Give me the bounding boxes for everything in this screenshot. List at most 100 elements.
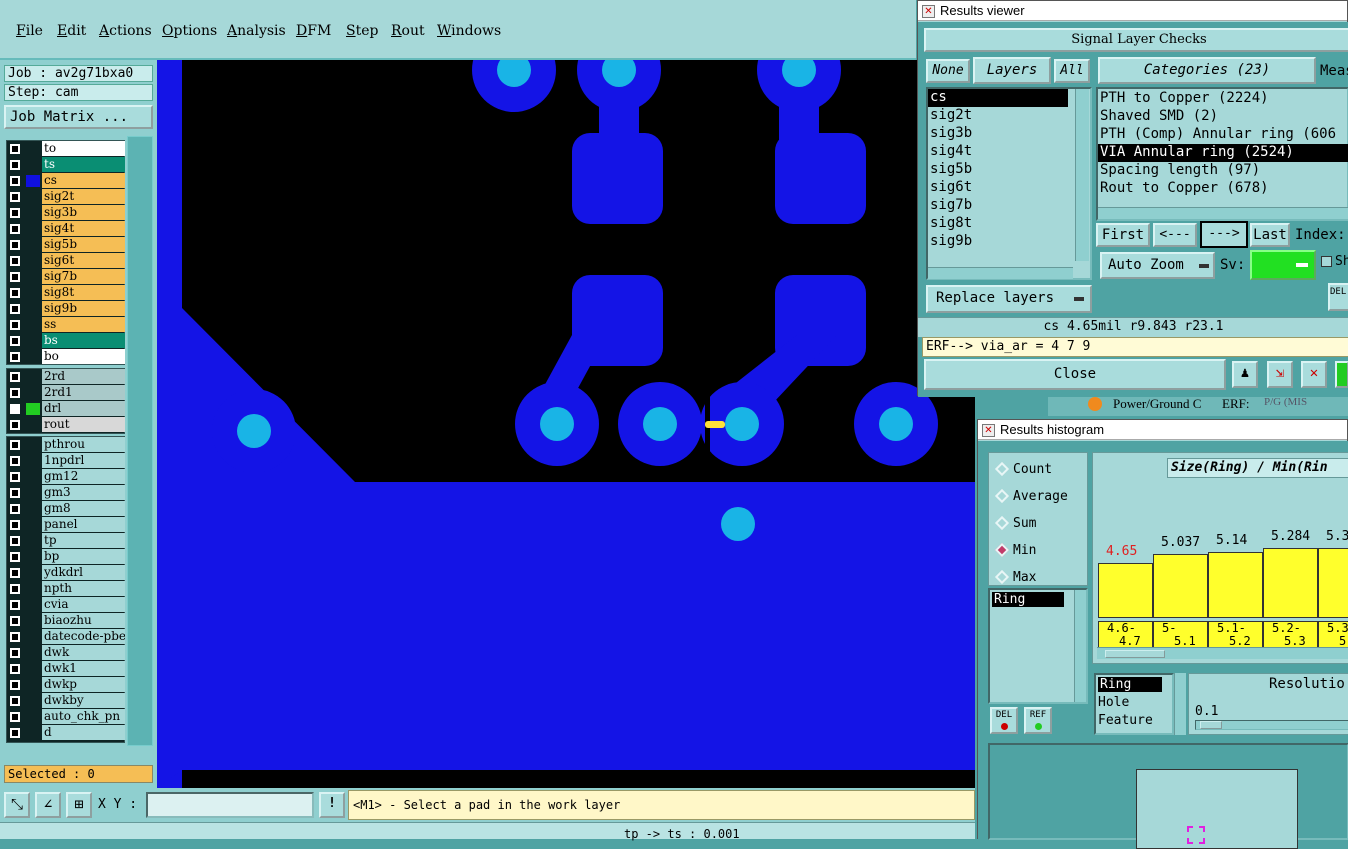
layer-row[interactable]: sig2t xyxy=(7,189,126,205)
tab-measures[interactable]: Meas xyxy=(1320,63,1348,79)
layer-checkbox[interactable] xyxy=(10,192,20,202)
layer-checkbox[interactable] xyxy=(10,648,20,658)
layer-name[interactable]: bs xyxy=(42,333,125,348)
layer-row[interactable]: cs xyxy=(7,173,126,189)
tab-all[interactable]: All xyxy=(1054,59,1090,83)
layer-checkbox[interactable] xyxy=(10,456,20,466)
close-button[interactable]: Close xyxy=(924,359,1226,390)
layer-row[interactable]: 2rd1 xyxy=(7,385,126,401)
layer-name[interactable]: datecode-pbe xyxy=(42,629,125,644)
results-viewer-titlebar[interactable]: ✕ Results viewer xyxy=(918,1,1347,21)
layer-name[interactable]: sig4t xyxy=(42,221,125,236)
layer-checkbox[interactable] xyxy=(10,520,20,530)
layer-row[interactable]: sig6t xyxy=(7,253,126,269)
layers-vscroll[interactable] xyxy=(1075,89,1089,261)
categories-hscroll[interactable] xyxy=(1098,207,1348,219)
layer-row[interactable]: sig8t xyxy=(7,285,126,301)
layer-row[interactable]: tp xyxy=(7,533,126,549)
exit-icon[interactable]: ⇲ xyxy=(1267,361,1293,388)
nav-prev-button[interactable]: <--- xyxy=(1153,223,1197,247)
layer-checkbox[interactable] xyxy=(10,160,20,170)
no-ref-icon[interactable]: ✕ xyxy=(1301,361,1327,388)
category-item-feature[interactable]: Feature xyxy=(1098,713,1153,728)
layer-name[interactable]: d xyxy=(42,725,125,740)
sv-color-menu[interactable] xyxy=(1250,250,1316,280)
histogram-bar[interactable] xyxy=(1153,554,1208,618)
layer-checkbox[interactable] xyxy=(10,680,20,690)
layer-checkbox[interactable] xyxy=(10,404,20,414)
chart-hscroll[interactable] xyxy=(1097,647,1348,659)
layer-row[interactable]: dwk xyxy=(7,645,126,661)
replace-layers-menu[interactable]: Replace layers xyxy=(926,285,1092,313)
option-min[interactable]: Min xyxy=(989,540,1089,562)
layer-name[interactable]: ts xyxy=(42,157,125,172)
layer-checkbox[interactable] xyxy=(10,420,20,430)
layer-row[interactable]: pthrou xyxy=(7,437,126,453)
layer-row[interactable]: 2rd xyxy=(7,369,126,385)
angle-measure-icon[interactable]: ∠ xyxy=(35,792,61,818)
layer-row[interactable]: ts xyxy=(7,157,126,173)
pcb-canvas[interactable] xyxy=(157,60,975,788)
layer-row[interactable]: sig4t xyxy=(7,221,126,237)
layer-checkbox[interactable] xyxy=(10,568,20,578)
auto-zoom-menu[interactable]: Auto Zoom xyxy=(1100,252,1215,279)
resolution-slider-thumb[interactable] xyxy=(1200,721,1222,729)
layer-row[interactable]: sig3b xyxy=(7,205,126,221)
job-matrix-button[interactable]: Job Matrix ... xyxy=(4,105,153,129)
layer-name[interactable]: to xyxy=(42,141,125,156)
layer-name[interactable]: tp xyxy=(42,533,125,548)
measure-listbox[interactable]: Ring xyxy=(988,588,1088,704)
category-list-item[interactable]: PTH (Comp) Annular ring (606 xyxy=(1098,126,1348,144)
layer-row[interactable]: auto_chk_pn xyxy=(7,709,126,725)
layer-checkbox[interactable] xyxy=(10,696,20,706)
layer-list-item[interactable]: sig3b xyxy=(928,125,1068,143)
layer-name[interactable]: bo xyxy=(42,349,125,364)
layer-name[interactable]: ss xyxy=(42,317,125,332)
layer-checkbox[interactable] xyxy=(10,712,20,722)
layer-row[interactable]: datecode-pbe xyxy=(7,629,126,645)
layer-list-item[interactable]: sig4t xyxy=(928,143,1068,161)
layer-name[interactable]: panel xyxy=(42,517,125,532)
layer-row[interactable]: gm3 xyxy=(7,485,126,501)
menu-dfm[interactable]: DFM xyxy=(296,23,331,39)
menu-options[interactable]: Options xyxy=(162,23,217,39)
menu-actions[interactable]: Actions xyxy=(99,23,152,39)
category-list-item[interactable]: Spacing length (97) xyxy=(1098,162,1348,180)
layer-checkbox[interactable] xyxy=(10,372,20,382)
nav-last-button[interactable]: Last xyxy=(1250,223,1290,247)
layer-name[interactable]: dwk1 xyxy=(42,661,125,676)
layer-row[interactable]: sig5b xyxy=(7,237,126,253)
chart-scroll-thumb[interactable] xyxy=(1105,650,1165,658)
category-vscroll[interactable] xyxy=(1174,673,1186,735)
layer-row[interactable]: biaozhu xyxy=(7,613,126,629)
layer-name[interactable]: npth xyxy=(42,581,125,596)
layer-row[interactable]: dwkp xyxy=(7,677,126,693)
hist-del-button[interactable]: DEL xyxy=(990,707,1018,734)
zoom-fit-icon[interactable]: ⤡ xyxy=(4,792,30,818)
layer-checkbox[interactable] xyxy=(10,728,20,738)
layer-name[interactable]: pthrou xyxy=(42,437,125,452)
layer-row[interactable]: cvia xyxy=(7,597,126,613)
layer-checkbox[interactable] xyxy=(10,208,20,218)
layer-checkbox[interactable] xyxy=(10,440,20,450)
layer-scrollbar[interactable] xyxy=(127,136,153,746)
layer-row[interactable]: bp xyxy=(7,549,126,565)
green-action-icon[interactable] xyxy=(1335,361,1348,388)
layer-name[interactable]: gm3 xyxy=(42,485,125,500)
resolution-slider[interactable] xyxy=(1195,720,1348,730)
layer-checkbox[interactable] xyxy=(10,472,20,482)
layer-checkbox[interactable] xyxy=(10,536,20,546)
menu-edit[interactable]: Edit xyxy=(57,23,86,39)
layer-checkbox[interactable] xyxy=(10,600,20,610)
layer-list-item[interactable]: sig7b xyxy=(928,197,1068,215)
layer-name[interactable]: biaozhu xyxy=(42,613,125,628)
layer-row[interactable]: 1npdrl xyxy=(7,453,126,469)
layer-name[interactable]: sig8t xyxy=(42,285,125,300)
layer-name[interactable]: sig2t xyxy=(42,189,125,204)
layer-name[interactable]: cvia xyxy=(42,597,125,612)
layer-row[interactable]: gm12 xyxy=(7,469,126,485)
nav-next-button[interactable]: ---> xyxy=(1200,221,1248,248)
layer-list-item[interactable]: sig6t xyxy=(928,179,1068,197)
layer-name[interactable]: auto_chk_pn xyxy=(42,709,125,724)
close-icon[interactable]: ✕ xyxy=(922,5,935,18)
